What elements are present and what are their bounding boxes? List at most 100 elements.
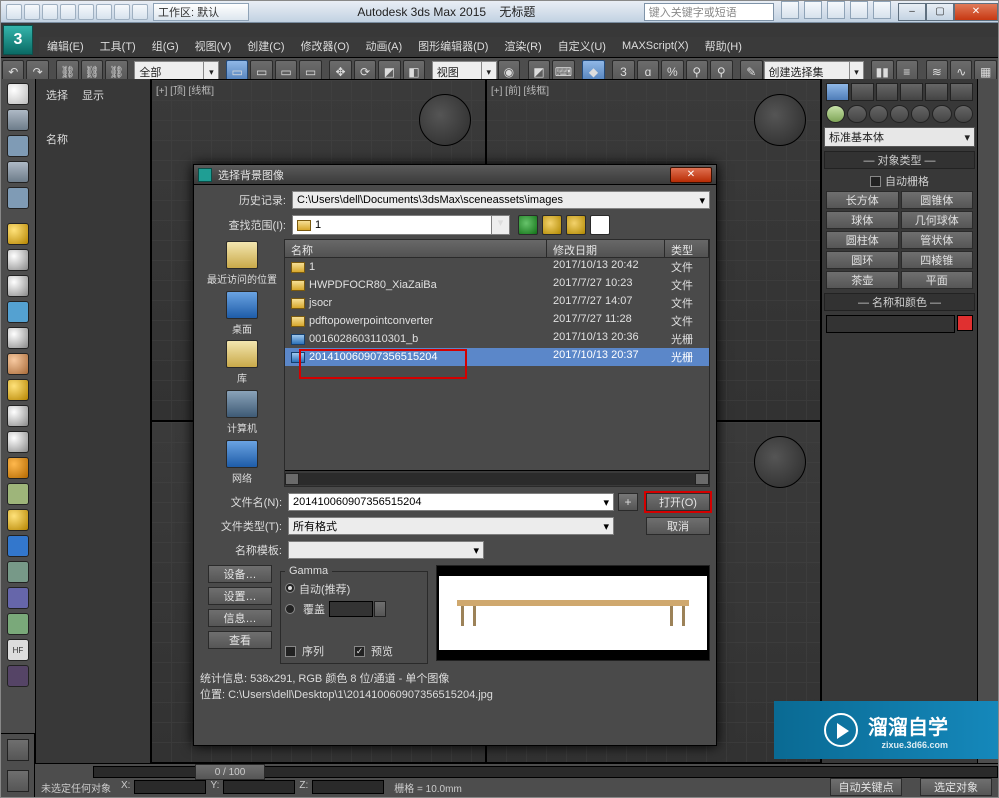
qat-button[interactable] bbox=[114, 4, 130, 20]
strip-icon[interactable] bbox=[7, 353, 29, 375]
menu-customize[interactable]: 自定义(U) bbox=[550, 38, 614, 54]
template-combo[interactable]: ▾ bbox=[288, 541, 484, 559]
cmd-tab-hierarchy[interactable] bbox=[876, 83, 899, 101]
col-type[interactable]: 类型 bbox=[665, 240, 709, 257]
cmd-tab-motion[interactable] bbox=[900, 83, 923, 101]
gamma-auto-radio[interactable] bbox=[285, 583, 295, 593]
qat-button[interactable] bbox=[78, 4, 94, 20]
subtab-shapes[interactable] bbox=[847, 105, 866, 123]
menu-edit[interactable]: 编辑(E) bbox=[39, 38, 92, 54]
devices-button[interactable]: 设备… bbox=[208, 565, 272, 583]
lookin-drop[interactable]: ▾ bbox=[492, 215, 510, 235]
qat-button[interactable] bbox=[6, 4, 22, 20]
menu-grapheditors[interactable]: 图形编辑器(D) bbox=[410, 38, 496, 54]
workspace-combo[interactable]: 工作区: 默认 bbox=[153, 3, 249, 21]
filetype-combo[interactable]: 所有格式▾ bbox=[288, 517, 614, 535]
cloud-icon[interactable] bbox=[827, 1, 845, 19]
obj-tube[interactable]: 管状体 bbox=[901, 231, 974, 249]
viewcube-icon[interactable] bbox=[419, 94, 471, 146]
strip-icon[interactable] bbox=[7, 561, 29, 583]
teapot-icon[interactable] bbox=[7, 83, 29, 105]
object-name-input[interactable] bbox=[826, 315, 955, 333]
app-icon[interactable]: 3 bbox=[3, 25, 33, 55]
gamma-spinner[interactable] bbox=[374, 601, 386, 617]
file-row[interactable]: 1 2017/10/13 20:42文件 bbox=[285, 258, 709, 276]
maximize-button[interactable]: ▢ bbox=[926, 3, 954, 21]
lookin-combo[interactable]: 1 bbox=[292, 215, 492, 235]
menu-anim[interactable]: 动画(A) bbox=[357, 38, 410, 54]
subtab-lights[interactable] bbox=[869, 105, 888, 123]
cancel-button[interactable]: 取消 bbox=[646, 517, 710, 535]
place-computer[interactable]: 计算机 bbox=[200, 388, 284, 438]
file-row[interactable]: pdftopowerpointconverter 2017/7/27 11:28… bbox=[285, 312, 709, 330]
file-list-scrollbar[interactable] bbox=[285, 470, 709, 486]
obj-torus[interactable]: 圆环 bbox=[826, 251, 899, 269]
timeslider-thumb[interactable]: 0 / 100 bbox=[195, 764, 265, 780]
hf-icon[interactable]: HF bbox=[7, 639, 29, 661]
cmd-tab-utilities[interactable] bbox=[950, 83, 973, 101]
selobj-button[interactable]: 选定对象 bbox=[920, 778, 992, 796]
rollout-object-type[interactable]: — 对象类型 — bbox=[824, 151, 975, 169]
obj-pyramid[interactable]: 四棱锥 bbox=[901, 251, 974, 269]
strip-icon[interactable] bbox=[7, 665, 29, 687]
subtab-space[interactable] bbox=[932, 105, 951, 123]
strip-icon[interactable] bbox=[7, 770, 29, 792]
menu-create[interactable]: 创建(C) bbox=[239, 38, 292, 54]
qat-button[interactable] bbox=[96, 4, 112, 20]
strip-icon[interactable] bbox=[7, 109, 29, 131]
strip-icon[interactable] bbox=[7, 509, 29, 531]
menu-view[interactable]: 视图(V) bbox=[187, 38, 240, 54]
col-name[interactable]: 名称 bbox=[285, 240, 547, 257]
strip-icon[interactable] bbox=[7, 535, 29, 557]
strip-icon[interactable] bbox=[7, 431, 29, 453]
history-combo[interactable]: C:\Users\dell\Documents\3dsMax\sceneasse… bbox=[292, 191, 710, 209]
viewcube-icon[interactable] bbox=[754, 94, 806, 146]
menu-modifiers[interactable]: 修改器(O) bbox=[293, 38, 358, 54]
subtab-geometry[interactable] bbox=[826, 105, 845, 123]
rollout-name[interactable]: — 名称和颜色 — bbox=[824, 293, 975, 311]
strip-icon[interactable] bbox=[7, 187, 29, 209]
sequence-checkbox[interactable] bbox=[285, 646, 296, 657]
setup-button[interactable]: 设置… bbox=[208, 587, 272, 605]
qat-button[interactable] bbox=[24, 4, 40, 20]
info-button[interactable]: 信息… bbox=[208, 609, 272, 627]
strip-icon[interactable] bbox=[7, 483, 29, 505]
dialog-close-button[interactable]: ✕ bbox=[670, 167, 712, 183]
strip-icon[interactable] bbox=[7, 327, 29, 349]
help2-icon[interactable] bbox=[873, 1, 891, 19]
place-network[interactable]: 网络 bbox=[200, 437, 284, 487]
file-row[interactable]: jsocr 2017/7/27 14:07文件 bbox=[285, 294, 709, 312]
menu-maxscript[interactable]: MAXScript(X) bbox=[614, 40, 697, 52]
tab-display[interactable]: 显示 bbox=[82, 87, 104, 103]
obj-geosphere[interactable]: 几何球体 bbox=[901, 211, 974, 229]
preview-checkbox[interactable] bbox=[354, 646, 365, 657]
subtab-systems[interactable] bbox=[954, 105, 973, 123]
menu-group[interactable]: 组(G) bbox=[144, 38, 187, 54]
file-row[interactable]: HWPDFOCR80_XiaZaiBa 2017/7/27 10:23文件 bbox=[285, 276, 709, 294]
filename-input[interactable]: 201410060907356515204▾ bbox=[288, 493, 614, 511]
strip-icon[interactable] bbox=[7, 405, 29, 427]
subtab-cameras[interactable] bbox=[890, 105, 909, 123]
obj-teapot[interactable]: 茶壶 bbox=[826, 271, 899, 289]
strip-icon[interactable] bbox=[7, 379, 29, 401]
strip-icon[interactable] bbox=[7, 613, 29, 635]
menu-help[interactable]: 帮助(H) bbox=[697, 38, 750, 54]
cmd-tab-display[interactable] bbox=[925, 83, 948, 101]
back-icon[interactable] bbox=[518, 215, 538, 235]
strip-icon[interactable] bbox=[7, 223, 29, 245]
strip-icon[interactable] bbox=[7, 135, 29, 157]
strip-icon[interactable] bbox=[7, 457, 29, 479]
help-search-input[interactable]: 键入关键字或短语 bbox=[644, 3, 774, 21]
place-recent[interactable]: 最近访问的位置 bbox=[200, 239, 284, 289]
obj-plane[interactable]: 平面 bbox=[901, 271, 974, 289]
gamma-override-value[interactable] bbox=[329, 601, 373, 617]
open-button[interactable]: 打开(O) bbox=[646, 493, 710, 511]
subtab-helpers[interactable] bbox=[911, 105, 930, 123]
category-combo[interactable]: 标准基本体▾ bbox=[824, 127, 975, 147]
object-color-swatch[interactable] bbox=[957, 315, 973, 331]
menu-tools[interactable]: 工具(T) bbox=[92, 38, 144, 54]
obj-cylinder[interactable]: 圆柱体 bbox=[826, 231, 899, 249]
strip-icon[interactable] bbox=[7, 161, 29, 183]
viewcube-icon[interactable] bbox=[754, 436, 806, 488]
cmd-tab-modify[interactable] bbox=[851, 83, 874, 101]
